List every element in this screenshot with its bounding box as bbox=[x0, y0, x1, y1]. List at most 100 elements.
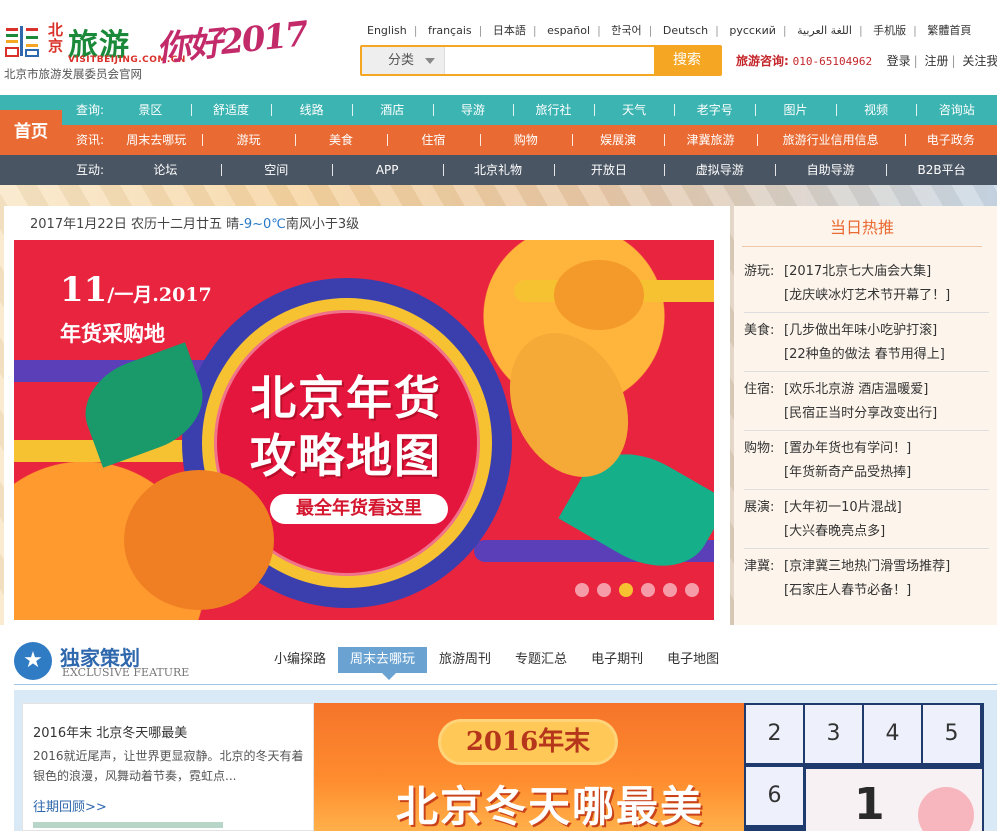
nav-item[interactable]: 空间 bbox=[220, 155, 332, 185]
nav-item[interactable]: 酒店 bbox=[351, 95, 433, 125]
hot-group: 美食: [几步做出年味小吃驴打滚] [22种鱼的做法 春节用得上] bbox=[744, 313, 989, 372]
search-category-select[interactable]: 分类 bbox=[362, 47, 445, 74]
nav-item[interactable]: 视频 bbox=[835, 95, 917, 125]
lang-japanese[interactable]: 日本語 bbox=[486, 22, 533, 38]
nav-home-button[interactable]: 首页 bbox=[0, 110, 62, 155]
past-review-link[interactable]: 往期回顾>> bbox=[33, 796, 107, 815]
nav-item[interactable]: 购物 bbox=[479, 125, 572, 155]
nav-item[interactable]: 开放日 bbox=[553, 155, 665, 185]
search-button[interactable]: 搜索 bbox=[654, 47, 720, 74]
hot-link[interactable]: [京津冀三地热门滑雪场推荐] bbox=[784, 555, 950, 574]
calendar-day[interactable]: 2 bbox=[746, 705, 803, 763]
carousel-dot-active[interactable] bbox=[619, 583, 633, 597]
tab-emap[interactable]: 电子地图 bbox=[655, 647, 731, 673]
nav-item[interactable]: 旅游行业信用信息 bbox=[756, 125, 905, 155]
feature-image-pill: 2016年末 bbox=[438, 719, 618, 765]
separator: | bbox=[648, 24, 653, 37]
traditional-chinese-link[interactable]: 繁體首頁 bbox=[920, 22, 978, 38]
lang-korean[interactable]: 한국어 bbox=[604, 22, 648, 38]
tab-weekend[interactable]: 周末去哪玩 bbox=[338, 647, 428, 680]
hot-link[interactable]: [大年初一10片混战] bbox=[784, 496, 902, 515]
separator: | bbox=[715, 24, 719, 37]
carousel-dot[interactable] bbox=[663, 583, 677, 597]
tab-weekly[interactable]: 旅游周刊 bbox=[427, 647, 503, 673]
lang-arabic[interactable]: اللغة العربية bbox=[790, 24, 859, 37]
hot-link[interactable]: [22种鱼的做法 春节用得上] bbox=[784, 343, 945, 362]
calendar-day[interactable]: 5 bbox=[923, 705, 980, 763]
calendar-day[interactable]: 3 bbox=[805, 705, 862, 763]
hot-link[interactable]: [民宿正当时分享改变出行] bbox=[784, 402, 937, 421]
nav-item[interactable]: 老字号 bbox=[674, 95, 755, 125]
register-link[interactable]: 注册 bbox=[921, 54, 951, 68]
hot-link[interactable]: [石家庄人春节必备！] bbox=[784, 579, 911, 598]
date-weather-line: 2017年1月22日 农历十二月廿五 晴-9~0℃南风小于3级 bbox=[30, 213, 359, 232]
hot-link[interactable]: [置办年货也有学问！] bbox=[784, 437, 911, 456]
hot-group: 津冀: [京津冀三地热门滑雪场推荐] [石家庄人春节必备！] bbox=[744, 549, 989, 608]
nav-item[interactable]: 自助导游 bbox=[775, 155, 886, 185]
tab-scout[interactable]: 小编探路 bbox=[262, 647, 338, 673]
nav-item[interactable]: 咨询站 bbox=[916, 95, 997, 125]
hotline-label: 旅游咨询: bbox=[736, 54, 789, 68]
separator: | bbox=[858, 24, 863, 37]
nav-item[interactable]: 论坛 bbox=[110, 155, 221, 185]
nav-item[interactable]: 景区 bbox=[110, 95, 191, 125]
nav-item[interactable]: 娱展演 bbox=[571, 125, 664, 155]
rooster-decoration bbox=[124, 470, 274, 610]
hot-category: 津冀: bbox=[744, 559, 775, 574]
hot-category: 美食: bbox=[744, 323, 775, 338]
login-link[interactable]: 登录 bbox=[884, 54, 914, 68]
hot-link[interactable]: [欢乐北京游 酒店温暖爱] bbox=[784, 378, 928, 397]
tab-ejournal[interactable]: 电子期刊 bbox=[579, 647, 655, 673]
search-input[interactable] bbox=[446, 47, 654, 74]
nav-item[interactable]: APP bbox=[331, 155, 443, 185]
lang-spanish[interactable]: español bbox=[540, 24, 597, 37]
new-year-calligraphy: 你好2017 bbox=[154, 14, 309, 70]
mobile-version-link[interactable]: 手机版 bbox=[866, 22, 913, 38]
calendar-widget: 2 3 4 5 6 1 bbox=[744, 703, 984, 831]
carousel-dot[interactable] bbox=[685, 583, 699, 597]
hot-link[interactable]: [龙庆峡冰灯艺术节开幕了！] bbox=[784, 284, 950, 303]
lang-russian[interactable]: русский bbox=[722, 24, 783, 37]
nav-item[interactable]: B2B平台 bbox=[886, 155, 997, 185]
calendar-day[interactable]: 4 bbox=[864, 705, 921, 763]
nav-item[interactable]: 美食 bbox=[294, 125, 387, 155]
hot-link[interactable]: [2017北京七大庙会大集] bbox=[784, 260, 931, 279]
nav-item[interactable]: 住宿 bbox=[387, 125, 479, 155]
lang-french[interactable]: français bbox=[421, 24, 479, 37]
tab-topics[interactable]: 专题汇总 bbox=[503, 647, 579, 673]
carousel-dot[interactable] bbox=[597, 583, 611, 597]
feature-card-title[interactable]: 2016年末 北京冬天哪最美 bbox=[33, 722, 187, 741]
nav-item[interactable]: 虚拟导游 bbox=[664, 155, 775, 185]
nav-item[interactable]: 游玩 bbox=[202, 125, 294, 155]
nav-item[interactable]: 北京礼物 bbox=[442, 155, 554, 185]
nav-item[interactable]: 电子政务 bbox=[904, 125, 997, 155]
nav-item[interactable]: 津冀旅游 bbox=[664, 125, 756, 155]
feature-card[interactable]: 2016年末 北京冬天哪最美 2016就近尾声，让世界更显寂静。北京的冬天有着银… bbox=[22, 703, 314, 831]
lang-german[interactable]: Deutsch bbox=[656, 24, 715, 37]
calendar-day[interactable]: 6 bbox=[746, 767, 803, 825]
banner-title-line1: 北京年货 bbox=[250, 371, 442, 425]
hot-link[interactable]: [年货新奇产品受热捧] bbox=[784, 461, 911, 480]
nav-item[interactable]: 图片 bbox=[755, 95, 836, 125]
logo-mark-icon bbox=[5, 26, 39, 57]
nav-item[interactable]: 导游 bbox=[432, 95, 514, 125]
hot-group: 住宿: [欢乐北京游 酒店温暖爱] [民宿正当时分享改变出行] bbox=[744, 372, 989, 431]
nav-item[interactable]: 旅行社 bbox=[513, 95, 594, 125]
hot-link[interactable]: [大兴春晚亮点多] bbox=[784, 520, 885, 539]
lang-english[interactable]: English bbox=[360, 24, 414, 37]
site-logo[interactable]: 北京 旅游 VISITBEIJING.COM.CN 北京市旅游发展委员会官网 bbox=[4, 14, 185, 84]
feature-image[interactable]: 2016年末 北京冬天哪最美 bbox=[314, 703, 744, 831]
carousel-dot[interactable] bbox=[575, 583, 589, 597]
hot-link[interactable]: [几步做出年味小吃驴打滚] bbox=[784, 319, 937, 338]
daily-hot-list: 游玩: [2017北京七大庙会大集] [龙庆峡冰灯艺术节开幕了！] 美食: [几… bbox=[744, 254, 989, 608]
nav-item[interactable]: 周末去哪玩 bbox=[110, 125, 202, 155]
hero-banner[interactable]: 11/一月.2017 年货采购地 北京年货 攻略地图 最全年货看这里 bbox=[14, 240, 714, 620]
calendar-featured-day[interactable]: 1 bbox=[806, 769, 982, 831]
follow-us-link[interactable]: 关注我 bbox=[959, 54, 997, 68]
nav-item[interactable]: 舒适度 bbox=[190, 95, 272, 125]
nav-item[interactable]: 线路 bbox=[271, 95, 352, 125]
feature-image-title: 北京冬天哪最美 bbox=[396, 782, 705, 831]
nav-item[interactable]: 天气 bbox=[593, 95, 675, 125]
divider bbox=[14, 684, 997, 685]
carousel-dot[interactable] bbox=[641, 583, 655, 597]
